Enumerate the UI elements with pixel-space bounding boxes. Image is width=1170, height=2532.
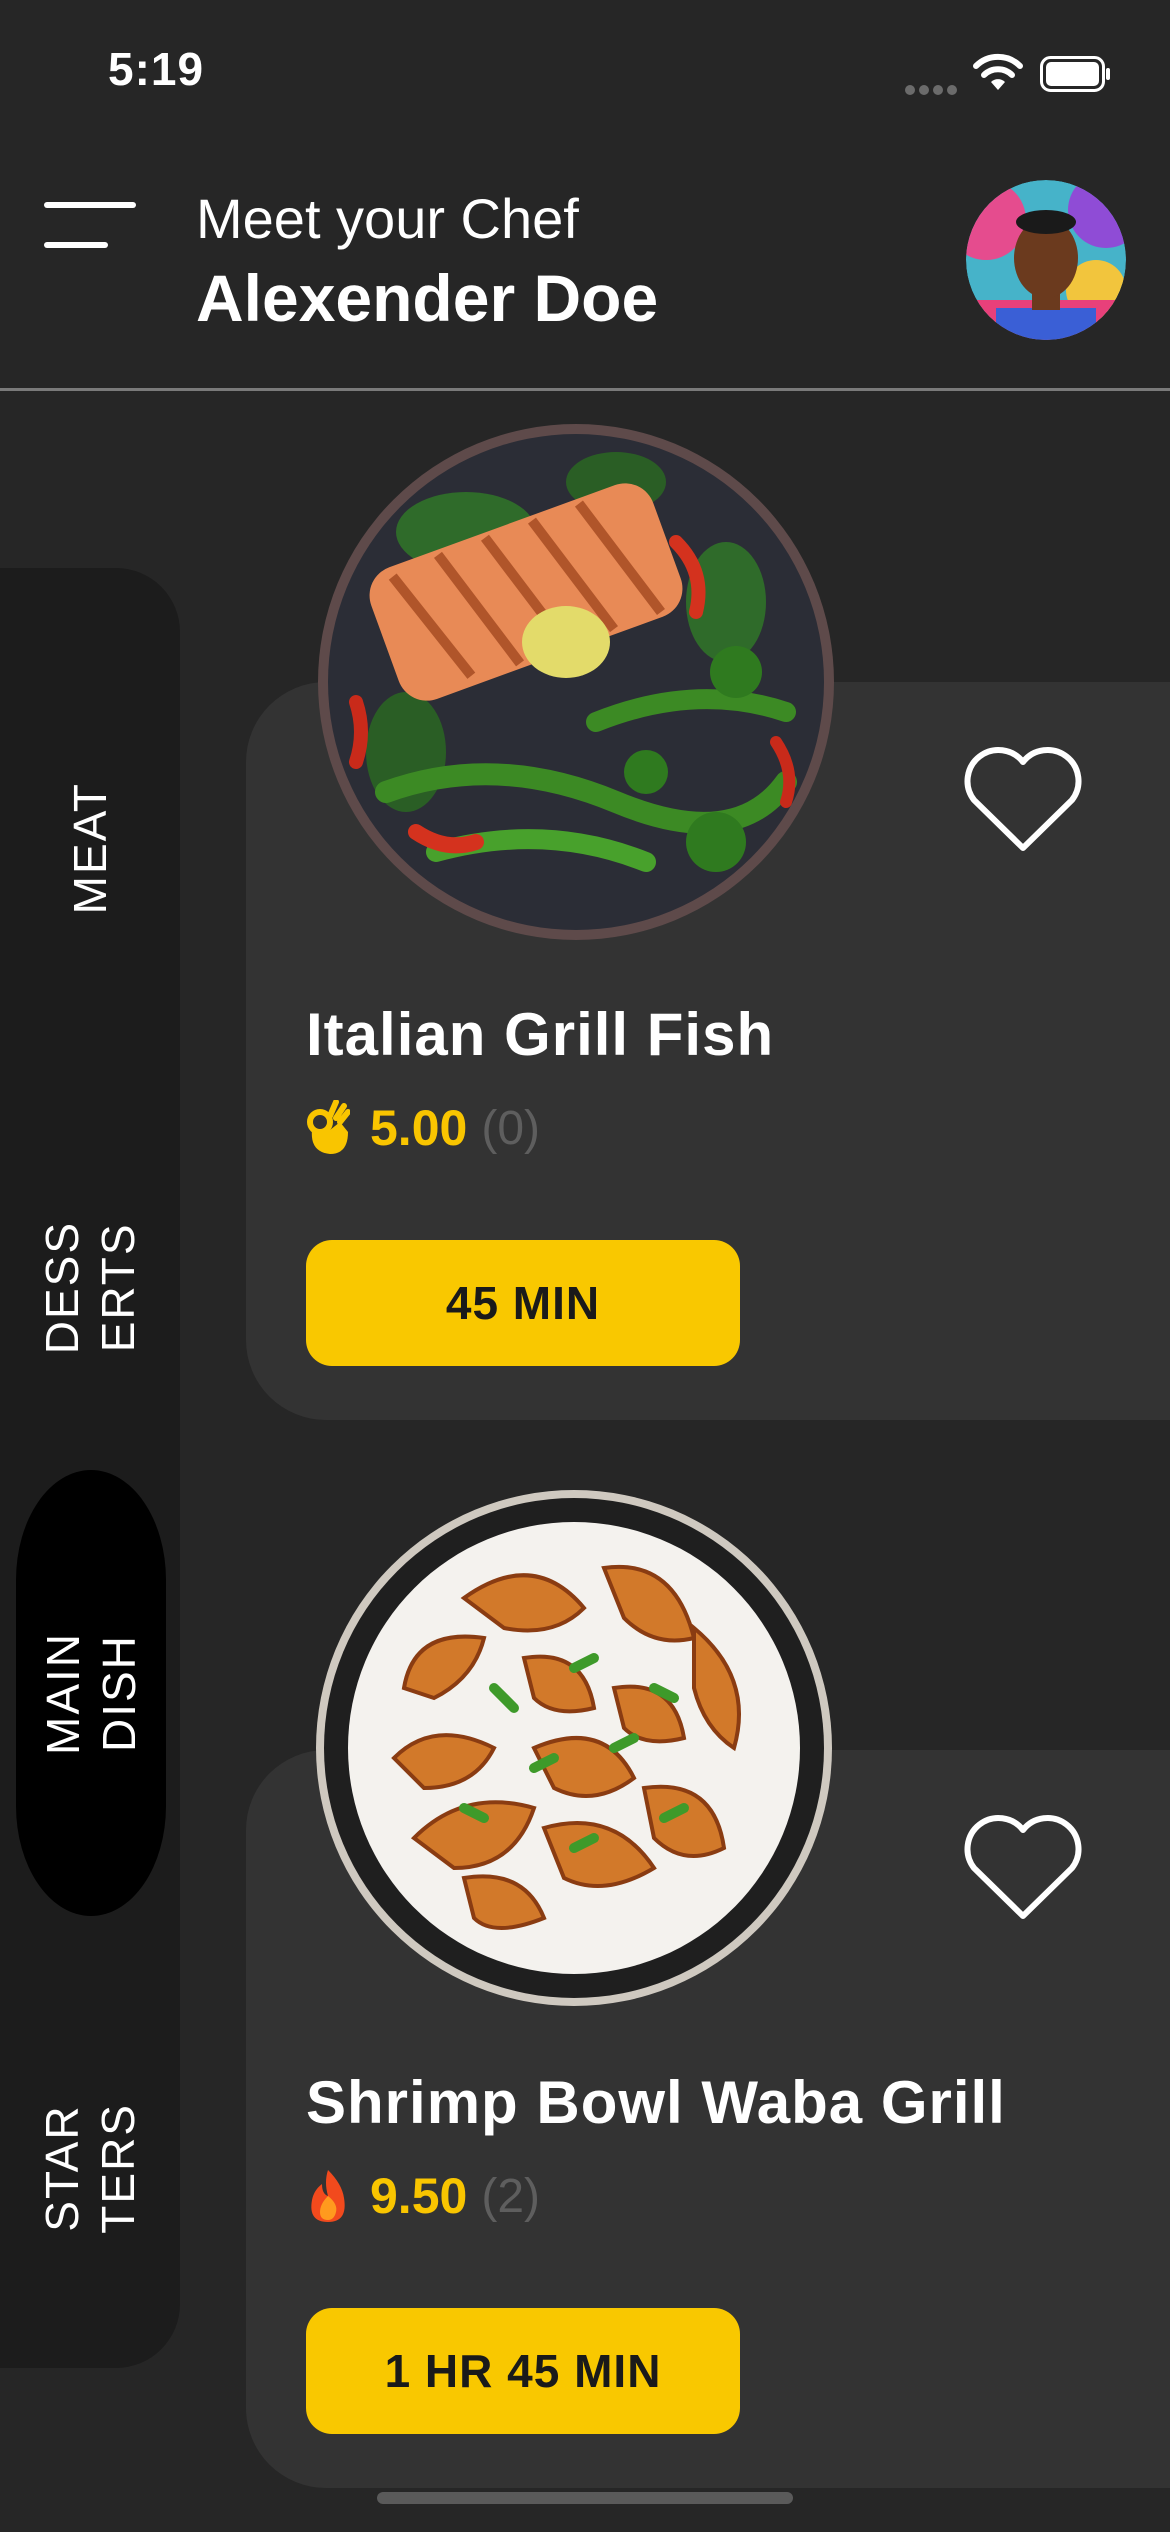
favorite-heart-icon[interactable] <box>960 1812 1086 1924</box>
chef-name: Alexender Doe <box>196 261 659 335</box>
category-meat[interactable]: MEAT <box>0 688 180 1008</box>
status-bar: 5:19 <box>0 0 1170 150</box>
app-screen: 5:19 Meet your Chef Alexender Doe MEAT D… <box>0 0 1170 2532</box>
cook-time-button[interactable]: 45 MIN <box>306 1240 740 1366</box>
category-main-dish[interactable]: MAIN DISH <box>16 1470 166 1916</box>
wifi-icon <box>973 53 1023 90</box>
category-label: MAIN DISH <box>37 1631 145 1755</box>
battery-icon <box>1040 56 1110 92</box>
status-time: 5:19 <box>108 43 205 95</box>
category-label: DESS ERTS <box>36 1221 144 1355</box>
header-divider <box>0 388 1170 391</box>
category-desserts[interactable]: DESS ERTS <box>0 1128 180 1448</box>
cellular-signal-icon <box>905 82 961 95</box>
dish-name: Shrimp Bowl Waba Grill <box>306 2069 1006 2136</box>
favorite-heart-icon[interactable] <box>960 744 1086 856</box>
rating-count: (0) <box>481 1101 540 1155</box>
category-label: STAR TERS <box>36 2102 144 2234</box>
cook-time-button[interactable]: 1 HR 45 MIN <box>306 2308 740 2434</box>
rating-count: (2) <box>481 2169 540 2223</box>
category-sidebar: MEAT DESS ERTS MAIN DISH STAR TERS <box>0 568 180 2368</box>
chef-avatar[interactable] <box>966 180 1126 340</box>
dish-rating: 9.50 (2) <box>306 2166 540 2226</box>
rating-value: 9.50 <box>370 2168 468 2224</box>
fire-icon <box>311 2170 345 2222</box>
rating-value: 5.00 <box>370 1100 468 1156</box>
ok-hand-icon <box>307 1100 350 1154</box>
category-label: MEAT <box>64 781 116 915</box>
dish-image <box>318 424 834 940</box>
home-indicator[interactable] <box>377 2492 793 2504</box>
chef-header: Meet your Chef Alexender Doe <box>0 150 1170 391</box>
header-subtitle: Meet your Chef <box>196 187 579 250</box>
category-starters[interactable]: STAR TERS <box>0 2008 180 2328</box>
dish-rating: 5.00 (0) <box>306 1098 540 1158</box>
hamburger-menu-icon[interactable] <box>44 202 136 252</box>
dish-image <box>316 1490 832 2006</box>
dish-name: Italian Grill Fish <box>306 1001 775 1068</box>
